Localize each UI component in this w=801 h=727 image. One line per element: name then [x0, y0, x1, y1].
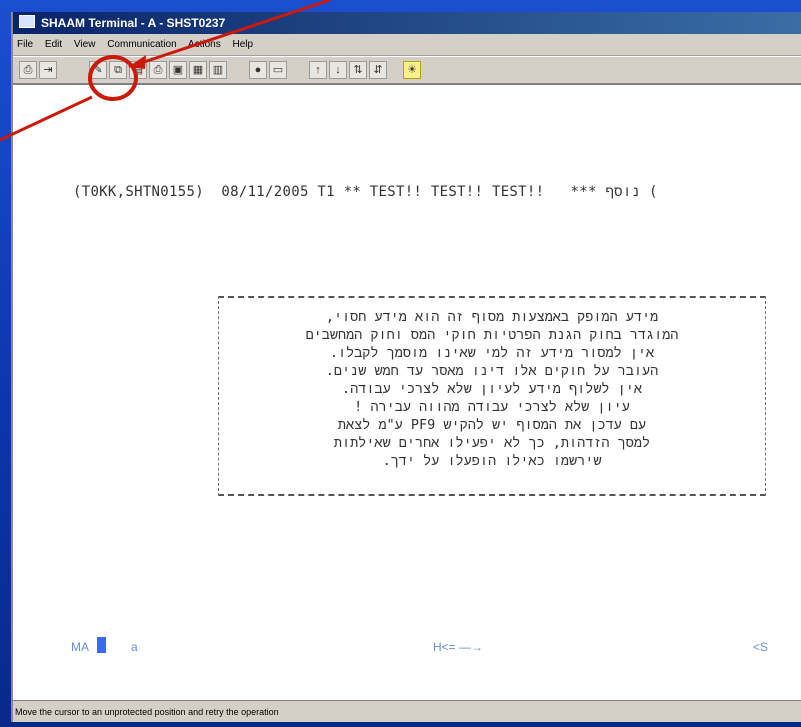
notice-line: אין לשלוף מידע לעיון שלא לצרכי עבודה.	[342, 381, 642, 397]
keyboard-icon[interactable]: ▭	[269, 61, 287, 79]
menu-bar: File Edit View Communication Actions Hel…	[13, 34, 801, 56]
legal-notice-text: מידע המופק באמצעות מסוף זה הוא מידע חסוי…	[219, 308, 765, 470]
macro-icon[interactable]: ▣	[169, 61, 187, 79]
menu-view[interactable]: View	[74, 39, 96, 50]
notice-line: המוגדר בחוק הגנת הפרטיות חוקי המס וחוק ה…	[305, 327, 679, 343]
notice-line: העובר על חוקים אלו דינו מאסר עד חמש שנים…	[325, 363, 659, 379]
toolbar: ⎙ ⇥ ✎ ⧉ ▤ ⎙ ▣ ▦ ▥ ● ▭ ↑ ↓ ⇅ ⇵ ☀	[13, 57, 801, 85]
send-icon[interactable]: ↑	[309, 61, 327, 79]
menu-edit[interactable]: Edit	[45, 39, 62, 50]
menu-actions[interactable]: Actions	[188, 39, 221, 50]
window-title: SHAAM Terminal - A - SHST0237	[41, 16, 226, 30]
notice-line: עם עדכן את המסוף יש להקיש PF9 ע"מ לצאת	[337, 417, 647, 433]
screen-header-line: (T0KK,SHTN0155) 08/11/2005 T1 ** TEST!! …	[73, 184, 658, 200]
connect-icon[interactable]: ✎	[89, 61, 107, 79]
status-field-a: a	[131, 640, 138, 654]
terminal-status-row: MA a H<= —→ <S	[13, 640, 801, 656]
print-icon[interactable]: ⎙	[19, 61, 37, 79]
app-icon	[19, 15, 35, 28]
terminal-window: SHAAM Terminal - A - SHST0237 File Edit …	[11, 12, 801, 722]
receive-icon[interactable]: ↓	[329, 61, 347, 79]
terminal-screen[interactable]: (T0KK,SHTN0155) 08/11/2005 T1 ** TEST!! …	[13, 87, 801, 697]
status-mode-label: MA	[71, 640, 89, 654]
exit-icon[interactable]: ⇥	[39, 61, 57, 79]
notice-line: שירשמו כאילו הופעלו על ידך.	[382, 453, 602, 469]
notice-line: למסך הזדהות, כך לא יפעילו אחרים שאילתות	[333, 435, 651, 451]
transfer-alt-icon[interactable]: ⇵	[369, 61, 387, 79]
menu-file[interactable]: File	[17, 39, 33, 50]
paste-icon[interactable]: ▤	[129, 61, 147, 79]
status-message-bar: Move the cursor to an unprotected positi…	[13, 700, 801, 722]
menu-communication[interactable]: Communication	[107, 39, 176, 50]
record-icon[interactable]: ●	[249, 61, 267, 79]
status-cursor-indicator: H<= —→	[433, 640, 484, 654]
status-right-label: <S	[753, 640, 769, 654]
help-bulb-icon[interactable]: ☀	[403, 61, 421, 79]
clipboard-icon[interactable]: ▥	[209, 61, 227, 79]
notice-line: עיון שלא לצרכי עבודה מהווה עבירה !	[354, 399, 630, 415]
transfer-icon[interactable]: ⇅	[349, 61, 367, 79]
legal-notice-box: מידע המופק באמצעות מסוף זה הוא מידע חסוי…	[218, 296, 766, 496]
menu-help[interactable]: Help	[233, 39, 254, 50]
print-screen-icon[interactable]: ⎙	[149, 61, 167, 79]
settings-icon[interactable]: ▦	[189, 61, 207, 79]
notice-line: מידע המופק באמצעות מסוף זה הוא מידע חסוי…	[325, 309, 659, 325]
title-bar[interactable]: SHAAM Terminal - A - SHST0237	[13, 12, 801, 34]
copy-icon[interactable]: ⧉	[109, 61, 127, 79]
notice-line: אין למסור מידע זה למי שאינו מוסמך לקבלו.	[329, 345, 655, 361]
